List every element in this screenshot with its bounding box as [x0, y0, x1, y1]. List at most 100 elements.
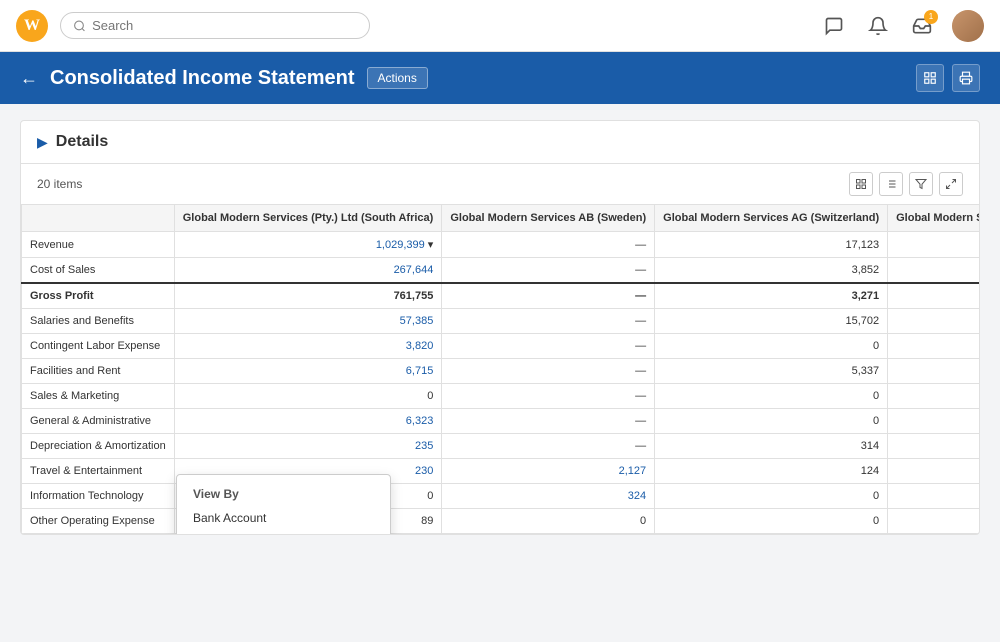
row-label: Cost of Sales	[22, 258, 175, 284]
amount-link[interactable]: 267,644	[394, 264, 434, 276]
amount-link[interactable]: 2,127	[619, 465, 647, 477]
workday-logo[interactable]: W	[16, 10, 48, 42]
logo-letter: W	[24, 17, 40, 35]
details-title: Details	[56, 133, 108, 151]
cell: 314	[655, 434, 888, 459]
print-icon-button[interactable]	[952, 64, 980, 92]
table-row: Cost of Sales 267,644 — 3,852 291,735 38…	[22, 258, 980, 284]
table-row: Facilities and Rent 6,715 — 5,337 4,423 …	[22, 359, 980, 384]
list-view-button[interactable]	[879, 172, 903, 196]
cell: 15,702	[655, 309, 888, 334]
details-section: ▶ Details 20 items	[20, 120, 980, 535]
cell: 0	[655, 409, 888, 434]
cell: 1,029,399 ▾	[174, 232, 442, 258]
cell: 17,123	[655, 232, 888, 258]
table-toolbar: 20 items	[21, 164, 979, 204]
table-row-subtotal: Gross Profit 761,755 — 3,271 830,323 1,0…	[22, 283, 980, 309]
row-label: Revenue	[22, 232, 175, 258]
row-label: Sales & Marketing	[22, 384, 175, 409]
cell: —	[442, 434, 655, 459]
notification-count: 1	[924, 10, 938, 24]
top-header: W 1	[0, 0, 1000, 52]
row-label: Other Operating Expense	[22, 509, 175, 534]
amount-link[interactable]: 230	[415, 465, 433, 477]
page-header: ← Consolidated Income Statement Actions	[0, 52, 1000, 104]
cell: 5,337	[655, 359, 888, 384]
table-row: Contingent Labor Expense 3,820 — 0 0 20,…	[22, 334, 980, 359]
cell: 0	[174, 384, 442, 409]
cell: —	[442, 409, 655, 434]
amount-link[interactable]: 3,820	[406, 340, 434, 352]
cell: 4,423	[888, 359, 979, 384]
table-wrapper: Global Modern Services (Pty.) Ltd (South…	[21, 204, 979, 534]
cell: 2,127	[442, 459, 655, 484]
cell: —	[442, 359, 655, 384]
amount-link[interactable]: 6,715	[406, 365, 434, 377]
row-label: Contingent Labor Expense	[22, 334, 175, 359]
toolbar-icons	[849, 172, 963, 196]
cell: 216	[888, 434, 979, 459]
context-dropdown-menu: View By Bank Account Book Code Business …	[176, 474, 391, 534]
amount-link[interactable]: 57,385	[400, 315, 434, 327]
header-right: 1	[820, 10, 984, 42]
col-header-2: Global Modern Services AG (Switzerland)	[655, 205, 888, 232]
cell: 57,385	[174, 309, 442, 334]
col-header-1: Global Modern Services AB (Sweden)	[442, 205, 655, 232]
cell: 1,122,057	[888, 232, 979, 258]
cell: 291,735	[888, 258, 979, 284]
col-header-label	[22, 205, 175, 232]
dropdown-section-title: View By	[177, 479, 390, 505]
cell: —	[442, 384, 655, 409]
cell: 3,852	[655, 258, 888, 284]
row-label: Depreciation & Amortization	[22, 434, 175, 459]
cell: 0	[888, 484, 979, 509]
row-label: Information Technology	[22, 484, 175, 509]
table-header-row: Global Modern Services (Pty.) Ltd (South…	[22, 205, 980, 232]
cell: 267,644	[174, 258, 442, 284]
dropdown-item-bank-account[interactable]: Bank Account	[177, 505, 390, 531]
table-row: General & Administrative 6,323 — 0 0 0 0…	[22, 409, 980, 434]
cell: 0	[655, 334, 888, 359]
filter-button[interactable]	[909, 172, 933, 196]
page-title: Consolidated Income Statement	[50, 67, 355, 90]
amount-link[interactable]: 1,029,399	[376, 239, 425, 251]
table-row: Sales & Marketing 0 — 0 0 0 0 0 0 453,68…	[22, 384, 980, 409]
amount-link[interactable]: 235	[415, 440, 433, 452]
grid-view-button[interactable]	[849, 172, 873, 196]
details-chevron-icon[interactable]: ▶	[37, 134, 48, 151]
expand-button[interactable]	[939, 172, 963, 196]
chat-icon-button[interactable]	[820, 12, 848, 40]
cell: —	[442, 232, 655, 258]
inbox-icon-button[interactable]: 1	[908, 12, 936, 40]
details-header: ▶ Details	[21, 121, 979, 164]
main-content: ▶ Details 20 items	[0, 104, 1000, 551]
cell: 0	[655, 384, 888, 409]
cell: 0	[888, 509, 979, 534]
cell: 235	[174, 434, 442, 459]
cell: 6,715	[174, 359, 442, 384]
row-label: Salaries and Benefits	[22, 309, 175, 334]
cell: 0	[888, 409, 979, 434]
cell: 0	[888, 384, 979, 409]
search-bar-container	[60, 12, 370, 39]
cell: 124	[655, 459, 888, 484]
cell: 25,374	[888, 309, 979, 334]
cell: 3,820	[174, 334, 442, 359]
items-count: 20 items	[37, 177, 82, 191]
actions-button[interactable]: Actions	[367, 67, 428, 89]
back-button[interactable]: ←	[20, 68, 38, 89]
amount-link[interactable]: 324	[628, 490, 646, 502]
cell: 0	[888, 334, 979, 359]
cell: 0	[442, 509, 655, 534]
cell: —	[442, 334, 655, 359]
search-input[interactable]	[92, 18, 357, 33]
cell: 324	[442, 484, 655, 509]
dropdown-item-book-code[interactable]: Book Code	[177, 531, 390, 534]
amount-link[interactable]: 6,323	[406, 415, 434, 427]
row-label-subtotal: Gross Profit	[22, 283, 175, 309]
table-view-icon-button[interactable]	[916, 64, 944, 92]
bell-icon-button[interactable]	[864, 12, 892, 40]
row-label: General & Administrative	[22, 409, 175, 434]
user-avatar[interactable]	[952, 10, 984, 42]
col-header-0: Global Modern Services (Pty.) Ltd (South…	[174, 205, 442, 232]
